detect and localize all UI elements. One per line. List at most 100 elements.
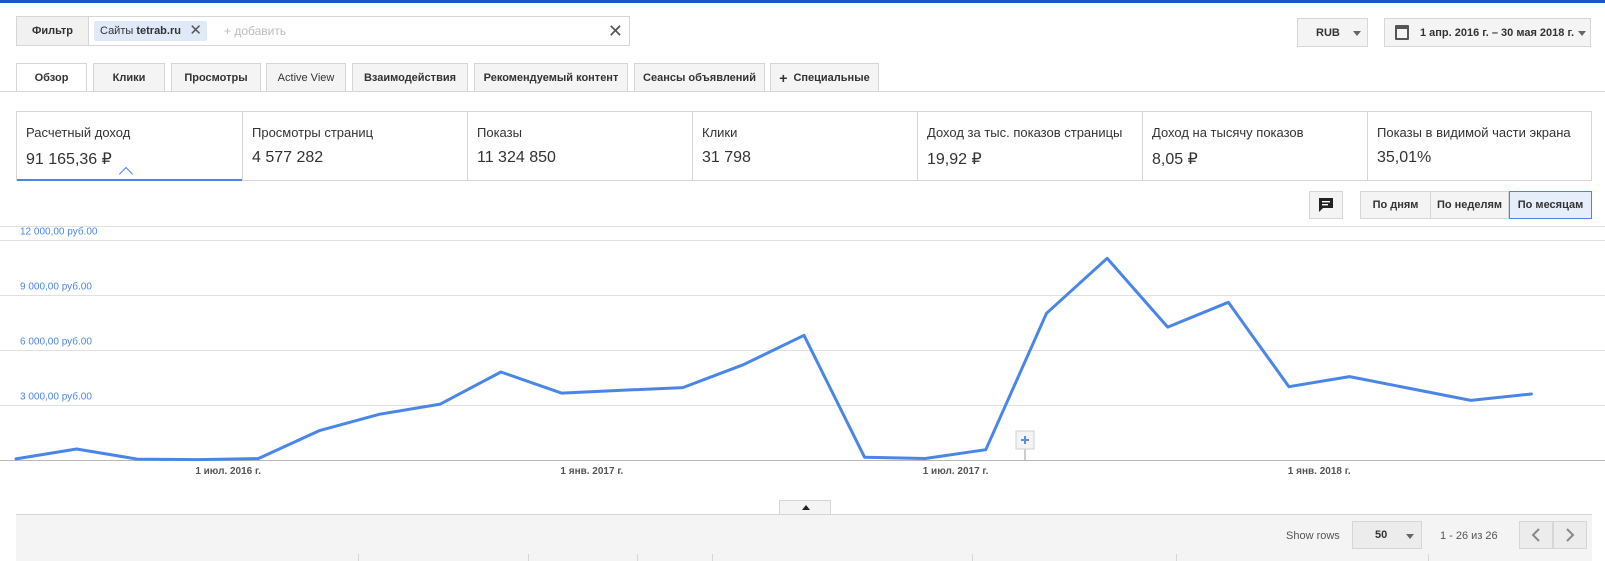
data-point <box>740 362 746 368</box>
scorecard-clicks[interactable]: Клики 31 798 <box>693 112 918 180</box>
data-point <box>134 456 140 462</box>
granularity-months[interactable]: По месяцам <box>1509 191 1592 219</box>
scorecard-label: Просмотры страниц <box>252 125 374 140</box>
plus-icon[interactable] <box>1015 430 1035 450</box>
annotations-button[interactable] <box>1309 191 1343 219</box>
x-tick-label: 1 июл. 2017 г. <box>923 466 989 477</box>
currency-select[interactable]: RUB <box>1297 18 1368 47</box>
data-point <box>680 385 686 391</box>
data-point <box>437 401 443 407</box>
granularity-days[interactable]: По дням <box>1360 191 1431 219</box>
data-point <box>255 456 261 462</box>
scorecard-label: Показы <box>477 125 522 140</box>
data-point <box>983 447 989 453</box>
tab-custom-label: Специальные <box>793 71 870 84</box>
scorecard-value: 19,92 ₽ <box>927 151 982 168</box>
filter-add-input[interactable] <box>222 22 602 40</box>
data-point <box>801 332 807 338</box>
show-rows-label: Show rows <box>1286 530 1340 542</box>
data-point <box>1347 374 1353 380</box>
filter-chip-prefix: Сайты <box>100 25 137 37</box>
revenue-line-chart: 12 000,00 руб.00 9 000,00 руб.00 6 000,00 … <box>0 226 1605 477</box>
tab-interactions[interactable]: Взаимодействия <box>352 63 468 91</box>
chevron-left-icon <box>1531 528 1540 542</box>
filter-button[interactable]: Фильтр <box>17 17 89 45</box>
data-point <box>559 390 565 396</box>
y-tick-label: 9 000,00 руб.00 <box>20 281 92 293</box>
column-divider <box>358 554 359 561</box>
tab-overview[interactable]: Обзор <box>16 63 87 92</box>
scorecard-value: 11 324 850 <box>477 149 556 166</box>
series-line <box>14 256 1533 462</box>
y-tick-label: 12 000,00 руб.00 <box>20 226 98 238</box>
data-point <box>1407 386 1413 392</box>
data-point <box>1104 255 1110 261</box>
column-divider <box>528 554 529 561</box>
data-point <box>316 428 322 434</box>
chevron-right-icon <box>1566 528 1575 542</box>
x-tick-label: 1 июл. 2016 г. <box>195 466 261 477</box>
granularity-weeks[interactable]: По неделям <box>1430 191 1509 219</box>
data-point <box>922 456 928 462</box>
calendar-icon <box>1395 25 1409 40</box>
data-point <box>195 457 201 463</box>
tab-recommended-content[interactable]: Рекомендуемый контент <box>474 63 628 91</box>
clear-filter-icon[interactable]: ✕ <box>608 20 623 42</box>
scorecard-page-views[interactable]: Просмотры страниц 4 577 282 <box>243 112 468 180</box>
chip-remove-icon[interactable]: ✕ <box>189 21 202 41</box>
prev-page-button[interactable] <box>1519 521 1553 549</box>
scorecard-label: Клики <box>702 125 738 140</box>
data-point <box>619 387 625 393</box>
data-point <box>1165 324 1171 330</box>
tab-ad-sessions[interactable]: Сеансы объявлений <box>634 63 765 91</box>
filter-chip-value: tetrab.ru <box>136 25 181 37</box>
scorecard-value: 4 577 282 <box>252 149 324 166</box>
scorecard-label: Доход на тысячу показов <box>1152 125 1304 140</box>
chevron-down-icon <box>1578 31 1586 36</box>
table-footer: Show rows 50 1 - 26 из 26 <box>16 514 1592 561</box>
tab-clicks[interactable]: Клики <box>93 63 165 91</box>
column-divider <box>712 554 713 561</box>
filter-chip-sites[interactable]: Сайты tetrab.ru ✕ <box>94 21 207 41</box>
scorecard-estimated-revenue[interactable]: Расчетный доход 91 165,36 ₽ <box>17 112 243 182</box>
scorecard-value: 91 165,36 ₽ <box>26 151 112 168</box>
scorecard-value: 8,05 ₽ <box>1152 151 1198 168</box>
collapse-chart-toggle[interactable] <box>779 500 831 514</box>
scorecard-page-rpm[interactable]: Доход за тыс. показов страницы 19,92 ₽ <box>918 112 1143 180</box>
scorecard-impressions[interactable]: Показы 11 324 850 <box>468 112 693 180</box>
collapse-up-icon <box>802 505 810 510</box>
scorecard-label: Расчетный доход <box>26 125 131 140</box>
y-tick-label: 3 000,00 руб.00 <box>20 391 92 403</box>
column-divider <box>972 554 973 561</box>
scorecard-label: Показы в видимой части экрана <box>1377 125 1571 140</box>
next-page-button[interactable] <box>1553 521 1587 549</box>
data-point <box>13 456 19 462</box>
data-point <box>1468 397 1474 403</box>
scorecard-impression-rpm[interactable]: Доход на тысячу показов 8,05 ₽ <box>1143 112 1368 180</box>
rows-per-page-value: 50 <box>1375 529 1388 541</box>
scorecard-viewability[interactable]: Показы в видимой части экрана 35,01% <box>1368 112 1591 180</box>
scorecards: Расчетный доход 91 165,36 ₽ Просмотры ст… <box>16 111 1592 182</box>
scorecard-label: Доход за тыс. показов страницы <box>927 125 1123 140</box>
x-tick-label: 1 янв. 2018 г. <box>1288 466 1351 477</box>
chevron-down-icon <box>1406 534 1414 539</box>
currency-value: RUB <box>1316 26 1340 39</box>
data-point <box>862 454 868 460</box>
top-accent-line <box>0 0 1605 3</box>
data-point <box>498 369 504 375</box>
rows-per-page-select[interactable]: 50 <box>1352 521 1422 549</box>
column-divider <box>637 554 638 561</box>
scorecard-value: 35,01% <box>1377 149 1432 166</box>
scorecard-value: 31 798 <box>702 149 751 166</box>
data-point <box>377 411 383 417</box>
tab-views[interactable]: Просмотры <box>171 63 261 91</box>
date-range-select[interactable]: 1 апр. 2016 г. – 30 мая 2018 г. <box>1384 18 1591 47</box>
filter-bar: Фильтр Сайты tetrab.ru ✕ ✕ <box>16 16 630 46</box>
tab-custom[interactable]: + Специальные <box>770 63 879 91</box>
column-divider <box>1176 554 1177 561</box>
data-point <box>1286 384 1292 390</box>
tab-active-view[interactable]: Active View <box>266 63 346 91</box>
column-divider <box>1428 554 1429 561</box>
chevron-down-icon <box>1353 31 1361 36</box>
comment-icon <box>1319 198 1333 212</box>
